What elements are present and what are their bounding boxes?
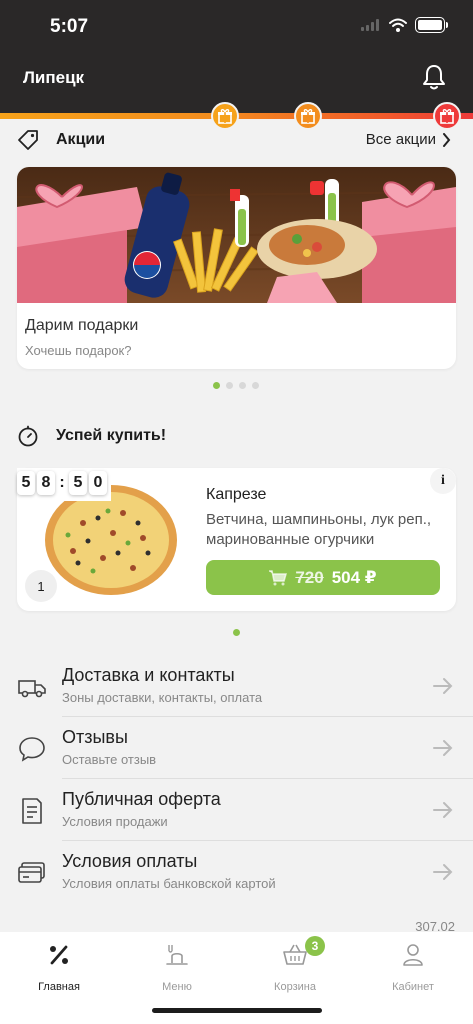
battery-icon bbox=[415, 17, 448, 33]
top-bar: 5:07 Липецк bbox=[0, 0, 473, 113]
countdown-timer: 5 8 : 5 0 bbox=[17, 468, 111, 501]
menu-item-title: Доставка и контакты bbox=[62, 665, 235, 685]
promo-banner-image bbox=[17, 167, 456, 303]
promo-card[interactable]: Дарим подарки Хочешь подарок? bbox=[17, 167, 456, 369]
arrow-right-icon bbox=[433, 740, 453, 756]
timer-digit: 8 bbox=[37, 471, 55, 495]
all-promos-label: Все акции bbox=[365, 131, 436, 148]
home-indicator bbox=[152, 1008, 322, 1013]
pagination-dot[interactable] bbox=[213, 382, 220, 389]
hurry-header: Успей купить! bbox=[16, 424, 166, 448]
promos-title: Акции bbox=[56, 131, 106, 148]
cart-icon bbox=[269, 569, 288, 585]
gift-icon[interactable] bbox=[211, 102, 239, 130]
arrow-right-icon bbox=[433, 864, 453, 880]
menu-item-subtitle: Условия продажи bbox=[62, 814, 168, 829]
tab-label: Главная bbox=[38, 981, 80, 993]
promos-header: Акции bbox=[16, 128, 105, 152]
status-icons bbox=[349, 17, 448, 33]
arrow-right-icon bbox=[433, 678, 453, 694]
arrow-right-icon bbox=[433, 802, 453, 818]
wifi-icon bbox=[389, 18, 407, 32]
menu-item-title: Условия оплаты bbox=[62, 851, 198, 871]
menu-item-offer[interactable]: Публичная оферта Условия продажи bbox=[0, 779, 473, 841]
document-icon bbox=[22, 798, 42, 824]
truck-icon bbox=[18, 680, 46, 698]
menu-food-icon bbox=[166, 945, 188, 965]
timer-digit: 5 bbox=[69, 471, 87, 495]
tab-account[interactable]: Кабинет bbox=[363, 942, 463, 993]
info-button[interactable]: i bbox=[430, 468, 456, 494]
menu-item-subtitle: Зоны доставки, контакты, оплата bbox=[62, 690, 263, 705]
status-dots-icon bbox=[349, 23, 353, 27]
product-name: Капрезе bbox=[206, 486, 267, 503]
deal-pagination bbox=[233, 629, 240, 636]
tab-label: Кабинет bbox=[392, 981, 434, 993]
hurry-title: Успей купить! bbox=[56, 427, 167, 444]
stopwatch-icon bbox=[18, 425, 38, 447]
pagination-dot[interactable] bbox=[226, 382, 233, 389]
gift-icon[interactable] bbox=[294, 102, 322, 130]
all-promos-link[interactable]: Все акции bbox=[366, 131, 451, 148]
deal-card[interactable]: 5 8 : 5 0 i 1 Капрезе Ветчина, шампиньон… bbox=[17, 468, 456, 611]
buy-button[interactable]: 720 504 ₽ bbox=[206, 560, 440, 595]
tab-label: Меню bbox=[162, 981, 192, 993]
promo-pagination bbox=[213, 382, 259, 389]
promo-subtitle: Хочешь подарок? bbox=[25, 343, 132, 358]
old-price: 720 bbox=[295, 567, 324, 587]
tab-cart[interactable]: 3 Корзина bbox=[245, 936, 345, 993]
cart-count-badge: 3 bbox=[305, 936, 325, 956]
user-icon bbox=[403, 944, 423, 966]
tab-label: Корзина bbox=[274, 981, 316, 993]
tab-menu[interactable]: Меню bbox=[127, 942, 227, 993]
chat-bubble-icon bbox=[19, 737, 45, 762]
quantity-badge: 1 bbox=[25, 570, 57, 602]
menu-item-delivery[interactable]: Доставка и контакты Зоны доставки, конта… bbox=[0, 655, 473, 717]
menu-item-title: Отзывы bbox=[62, 727, 128, 747]
cellular-icon bbox=[361, 19, 379, 31]
pagination-dot[interactable] bbox=[239, 382, 246, 389]
timer-digit: 5 bbox=[17, 471, 35, 495]
promo-title: Дарим подарки bbox=[25, 317, 139, 334]
bell-icon[interactable] bbox=[421, 63, 447, 91]
menu-item-title: Публичная оферта bbox=[62, 789, 221, 809]
tag-icon bbox=[18, 130, 38, 150]
card-icon bbox=[18, 862, 45, 883]
info-menu-list: Доставка и контакты Зоны доставки, конта… bbox=[0, 655, 473, 903]
menu-item-reviews[interactable]: Отзывы Оставьте отзыв bbox=[0, 717, 473, 779]
gift-icon[interactable] bbox=[433, 102, 461, 130]
pagination-dot[interactable] bbox=[252, 382, 259, 389]
pagination-dot[interactable] bbox=[233, 629, 240, 636]
new-price: 504 ₽ bbox=[331, 567, 377, 587]
percent-icon bbox=[50, 945, 68, 965]
menu-item-payment[interactable]: Условия оплаты Условия оплаты банковской… bbox=[0, 841, 473, 903]
status-time: 5:07 bbox=[50, 16, 89, 37]
chevron-right-icon bbox=[443, 132, 451, 147]
tab-home[interactable]: Главная bbox=[9, 942, 109, 993]
menu-item-subtitle: Условия оплаты банковской картой bbox=[62, 876, 276, 891]
city-selector[interactable]: Липецк bbox=[23, 68, 84, 88]
product-description: Ветчина, шампиньоны, лук реп., маринован… bbox=[206, 511, 432, 548]
menu-item-subtitle: Оставьте отзыв bbox=[62, 752, 157, 767]
timer-separator: : bbox=[59, 474, 65, 491]
timer-digit: 0 bbox=[89, 471, 107, 495]
